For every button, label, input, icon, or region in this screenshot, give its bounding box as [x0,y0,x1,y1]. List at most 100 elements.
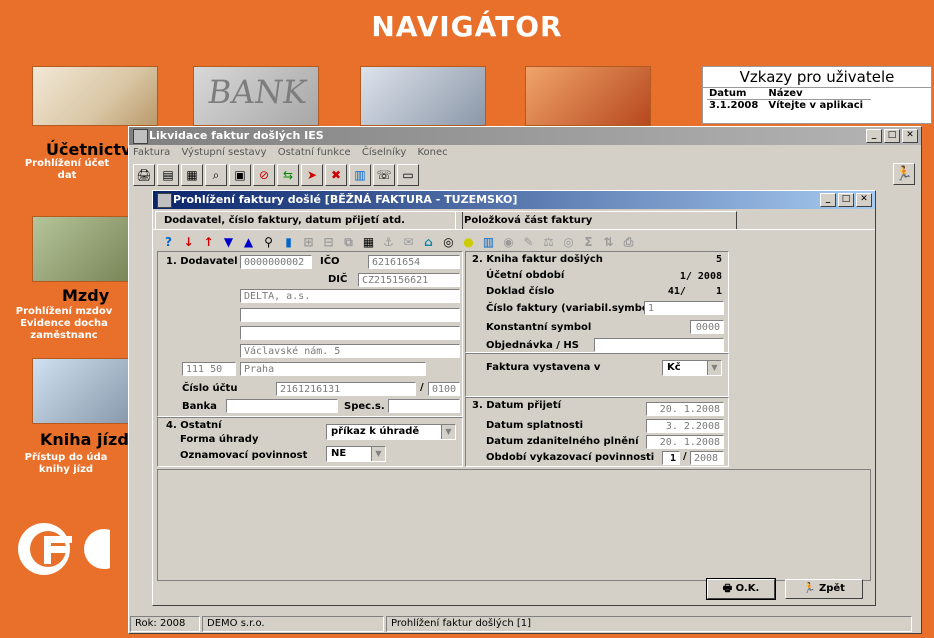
bank-label: Banka [182,401,217,412]
down-icon[interactable]: ▼ [219,233,238,252]
report2-icon[interactable]: ▦ [181,164,203,186]
transfer-icon[interactable]: ⇆ [277,164,299,186]
help-icon[interactable]: ? [159,233,178,252]
ico-field[interactable]: 62161654 [368,255,460,269]
bank-field[interactable] [226,399,338,413]
const-field[interactable]: 0000 [690,320,724,334]
report-icon[interactable]: ▤ [157,164,179,186]
keyboard-tile-image[interactable] [360,66,486,126]
module-title-accounting[interactable]: Účetnictví [46,140,137,159]
tab-items[interactable]: Položková část faktury [455,211,737,229]
house-icon[interactable]: ⌂ [419,233,438,252]
module-title-logbook[interactable]: Kniha jízd [40,430,129,449]
attach-icon: ⚓ [383,235,394,249]
dropdown-arrow-icon[interactable]: ▼ [707,361,721,375]
prev-red-icon[interactable]: ↑ [199,233,218,252]
menu-ciselniky[interactable]: Číselníky [362,147,406,158]
exit-runner-icon[interactable]: 🏃 [893,163,915,185]
report-year-field[interactable]: 2008 [690,451,724,465]
order-field[interactable] [594,338,724,352]
chart-small-icon[interactable]: ▥ [479,233,498,252]
payment-select[interactable]: příkaz k úhradě ▼ [326,424,456,440]
lookup-icon[interactable]: ⌕ [205,164,227,186]
inner-titlebar[interactable]: Prohlížení faktury došlé [BĚŽNÁ FAKTURA … [153,191,875,209]
notify-select[interactable]: NE ▼ [326,446,386,462]
dropdown-arrow-icon[interactable]: ▼ [371,447,385,461]
menu-faktura[interactable]: Faktura [133,147,170,158]
export-icon[interactable]: ➤ [301,164,323,186]
satellite-tile-image[interactable] [525,66,651,126]
ico-label: IČO [320,256,340,267]
inner-maximize-button[interactable]: □ [838,193,854,207]
invoice-no-field[interactable]: 1 [644,301,724,315]
navigator-title: NAVIGÁTOR [371,10,563,43]
report-month-field[interactable]: 1 [662,451,680,465]
supplier-code-field[interactable]: 0000000002 [240,255,312,269]
period-label: Účetní období [486,270,565,281]
received-label: 3. Datum přijetí [472,400,562,411]
back-button[interactable]: 🏃 Zpět [785,579,863,599]
minimize-button[interactable]: _ [866,129,882,143]
close-button[interactable]: ✕ [902,129,918,143]
report-slash: / [683,451,687,462]
other-section: 4. Ostatní Forma úhrady příkaz k úhradě ▼… [157,417,463,467]
inner-minimize-button[interactable]: _ [820,193,836,207]
account-field[interactable]: 2161216131 [276,382,416,396]
view-icon[interactable]: ◎ [439,233,458,252]
inner-close-button[interactable]: ✕ [856,193,872,207]
delete-icon[interactable]: ✖ [325,164,347,186]
zip-field[interactable]: 111 50 [182,362,236,376]
invoice-icon [157,193,172,208]
city-field[interactable]: Praha [240,362,426,376]
print-icon[interactable]: 🖨 [133,164,155,186]
spec-label: Spec.s. [344,401,385,412]
supplier-address2-field[interactable] [240,326,460,340]
dic-label: DIČ [328,274,348,285]
ok-button[interactable]: 🖶 O.K. [706,578,776,600]
supplier-label: 1. Dodavatel [166,256,238,267]
dropdown-arrow-icon[interactable]: ▼ [441,425,455,439]
stop-icon[interactable]: ⊘ [253,164,275,186]
module-title-payroll[interactable]: Mzdy [62,286,109,305]
menu-konec[interactable]: Konec [417,147,447,158]
up-icon[interactable]: ▲ [239,233,258,252]
messages-row[interactable]: 3.1.2008 Vítejte v aplikaci [707,100,871,111]
document-icon[interactable]: ▣ [229,164,251,186]
supplier-section: 1. Dodavatel 0000000002 IČO 62161654 DIČ… [157,251,463,417]
bank-tile-image[interactable]: BANK [193,66,319,126]
coin-icon[interactable]: ● [459,233,478,252]
supplier-street-field[interactable]: Václavské nám. 5 [240,344,460,358]
const-label: Konstantní symbol [486,322,592,333]
currency-select[interactable]: Kč ▼ [662,360,722,376]
supplier-address1-field[interactable] [240,308,460,322]
menu-ostatni-funkce[interactable]: Ostatní funkce [278,147,351,158]
sum-icon: Σ [584,235,593,249]
chart-icon[interactable]: ▥ [349,164,371,186]
book-icon[interactable]: ▮ [279,233,298,252]
account-slash: / [420,382,424,393]
next-red-icon[interactable]: ↓ [179,233,198,252]
supplier-name-field[interactable]: DELTA, a.s. [240,289,460,303]
maximize-button[interactable]: □ [884,129,900,143]
calculator-icon[interactable]: ☏ [373,164,395,186]
bank-code-field[interactable]: 0100 [428,382,460,396]
outer-titlebar[interactable]: Likvidace faktur došlých IES _ □ ✕ [129,127,921,145]
form-icon[interactable]: ▭ [397,164,419,186]
empty-area [157,469,871,581]
menu-vystupni-sestavy[interactable]: Výstupní sestavy [181,147,266,158]
calc-icon[interactable]: ▦ [359,233,378,252]
accounting-tile-image[interactable] [32,66,158,126]
filter-icon[interactable]: ⚲ [259,233,278,252]
book-number: 5 [715,254,722,265]
menubar: Faktura Výstupní sestavy Ostatní funkce … [129,145,921,161]
dic-field[interactable]: CZ215156621 [358,273,460,287]
due-date-field[interactable]: 3. 2.2008 [646,419,724,433]
received-date-field[interactable]: 20. 1.2008 [646,402,724,416]
spec-field[interactable] [388,399,460,413]
target-icon: ◎ [563,235,574,249]
taxable-date-field[interactable]: 20. 1.2008 [646,435,724,449]
messages-title: Vzkazy pro uživatele [703,67,931,88]
module-desc-payroll: Prohlížení mzdov Evidence docha zaměstnanc [15,306,113,341]
tab-supplier[interactable]: Dodavatel, číslo faktury, datum přijetí … [155,211,463,229]
edit-icon: ⊟ [323,235,334,249]
